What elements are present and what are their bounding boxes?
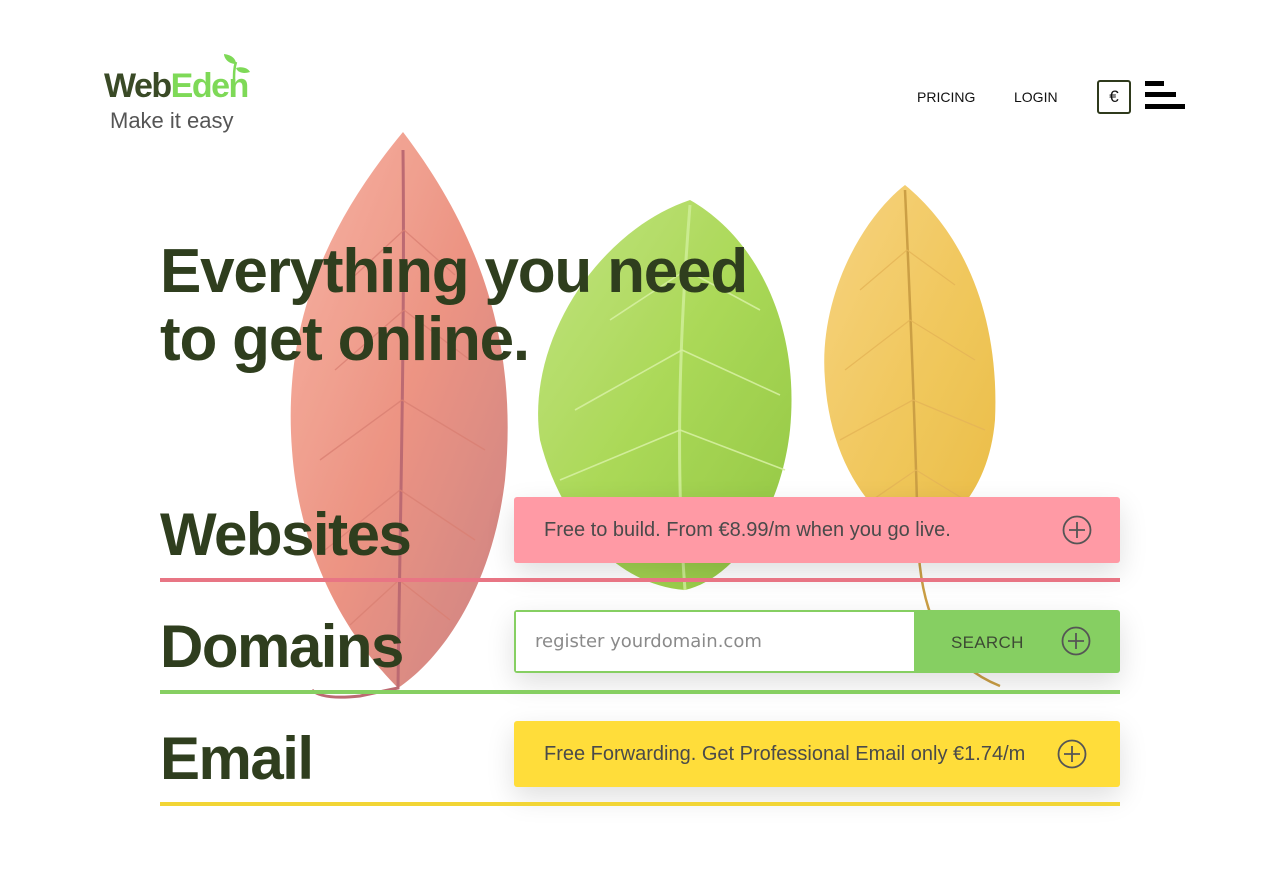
domains-divider bbox=[160, 690, 1120, 694]
plus-circle-icon[interactable] bbox=[1062, 515, 1092, 545]
logo-web-text: Web bbox=[104, 67, 172, 105]
currency-selector-button[interactable]: € bbox=[1097, 80, 1131, 114]
email-title: Email bbox=[160, 725, 314, 792]
websites-offer-bar[interactable]: Free to build. From €8.99/m when you go … bbox=[514, 497, 1120, 563]
nav-pricing-link[interactable]: PRICING bbox=[917, 88, 975, 106]
search-button-label: SEARCH bbox=[951, 633, 1024, 652]
email-offer-bar[interactable]: Free Forwarding. Get Professional Email … bbox=[514, 721, 1120, 787]
hamburger-menu-icon[interactable] bbox=[1145, 80, 1185, 110]
logo-wordmark: WebEden bbox=[104, 66, 250, 106]
plus-circle-icon bbox=[1061, 626, 1091, 656]
nav-login-link[interactable]: LOGIN bbox=[1014, 88, 1058, 106]
hero-headline-line2: to get online. bbox=[160, 305, 530, 374]
websites-divider bbox=[160, 578, 1120, 582]
domain-search-input[interactable] bbox=[516, 612, 914, 671]
domain-search-button[interactable]: SEARCH bbox=[914, 610, 1120, 673]
site-logo[interactable]: WebEden Make it easy bbox=[104, 54, 254, 138]
hero-headline-line1: Everything you need bbox=[160, 237, 748, 306]
websites-title: Websites bbox=[160, 501, 412, 568]
email-offer-text: Free Forwarding. Get Professional Email … bbox=[544, 742, 1026, 765]
websites-offer-text: Free to build. From €8.99/m when you go … bbox=[544, 518, 951, 541]
domains-title: Domains bbox=[160, 613, 404, 680]
email-divider bbox=[160, 802, 1120, 806]
domain-search-bar: SEARCH bbox=[514, 610, 1120, 673]
hero-headline: Everything you need to get online. bbox=[160, 238, 800, 374]
logo-tagline: Make it easy bbox=[110, 108, 234, 133]
plus-circle-icon[interactable] bbox=[1057, 739, 1087, 769]
logo-eden-text: Eden bbox=[170, 67, 250, 105]
